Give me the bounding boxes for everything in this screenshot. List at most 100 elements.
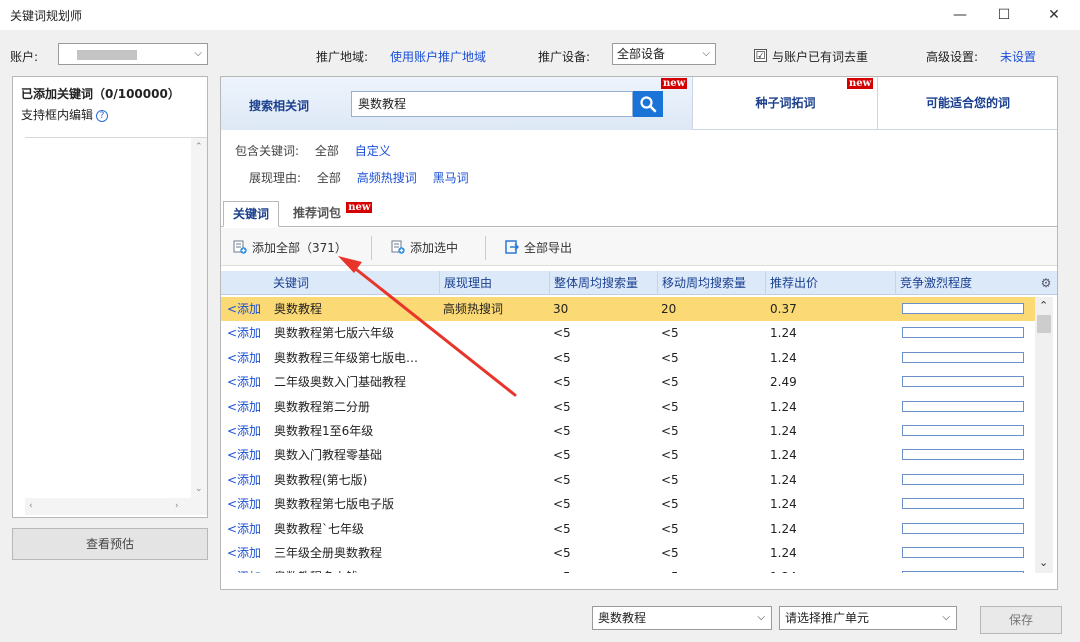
unit-select[interactable]: 请选择推广单元 ⌵	[779, 606, 957, 630]
advanced-label: 高级设置:	[926, 50, 979, 64]
added-keywords-editor[interactable]: ⌃ ⌄ ‹ ›	[25, 137, 207, 515]
table-vertical-scrollbar[interactable]: ⌃ ⌄	[1035, 297, 1053, 573]
title-bar: 关键词规划师 — ☐ ✕	[0, 0, 1080, 30]
add-keyword-link[interactable]: <添加	[227, 321, 261, 345]
reason-filter-all[interactable]: 全部	[317, 171, 341, 185]
column-header-keyword[interactable]: 关键词	[269, 271, 439, 295]
column-header-competition[interactable]: 竞争激烈程度	[895, 271, 1035, 295]
tab-search-related[interactable]: 搜索相关词 奥数教程 new	[221, 77, 693, 130]
add-selected-icon	[391, 240, 405, 254]
scrollbar-thumb[interactable]	[1037, 315, 1051, 333]
add-selected-button[interactable]: 添加选中	[391, 239, 458, 256]
plan-select[interactable]: 奥数教程 ⌵	[592, 606, 772, 630]
result-subtabs: 关键词 推荐词包 new	[221, 201, 1057, 227]
plan-select-value: 奥数教程	[598, 611, 647, 625]
add-all-button[interactable]: 添加全部（371）	[233, 239, 347, 256]
overall-volume-cell: <5	[553, 399, 571, 414]
tab-seed-expansion-label: 种子词拓词	[755, 96, 816, 110]
table-row[interactable]: <添加 奥数教程(第七版) <5 <5 1.24	[221, 468, 1035, 492]
tab-suitable-words[interactable]: 可能适合您的词	[879, 77, 1057, 130]
reason-filter-hot[interactable]: 高频热搜词	[357, 171, 417, 185]
scroll-up-icon[interactable]: ⌃	[195, 142, 203, 152]
export-all-button[interactable]: 全部导出	[505, 239, 572, 256]
left-horizontal-scrollbar[interactable]: ‹ ›	[25, 498, 207, 515]
table-row[interactable]: <添加 奥数教程`七年级 <5 <5 1.24	[221, 517, 1035, 541]
competition-bar	[902, 376, 1024, 388]
mobile-volume-cell: <5	[661, 448, 679, 463]
search-input[interactable]: 奥数教程	[351, 91, 633, 117]
table-row[interactable]: <添加 奥数教程 高频热搜词 30 20 0.37	[221, 297, 1035, 321]
maximize-button[interactable]: ☐	[984, 2, 1024, 28]
add-keyword-link[interactable]: <添加	[227, 370, 261, 394]
account-select[interactable]: ⌵	[58, 43, 208, 65]
keyword-cell: 奥数教程第七版六年级	[274, 326, 395, 341]
preview-button[interactable]: 查看预估	[12, 528, 208, 560]
subtab-keywords[interactable]: 关键词	[223, 201, 279, 227]
column-header-suggested-bid[interactable]: 推荐出价	[765, 271, 895, 295]
subtab-recommended-packs[interactable]: 推荐词包 new	[293, 201, 373, 227]
table-row[interactable]: <添加 奥数教程第七版六年级 <5 <5 1.24	[221, 321, 1035, 345]
add-keyword-link[interactable]: <添加	[227, 297, 261, 321]
table-row[interactable]: <添加 奥数教程1至6年级 <5 <5 1.24	[221, 419, 1035, 443]
table-row[interactable]: <添加 三年级全册奥数教程 <5 <5 1.24	[221, 541, 1035, 565]
chevron-down-icon: ⌵	[942, 612, 950, 623]
gear-icon[interactable]: ⚙	[1036, 271, 1056, 295]
overall-volume-cell: 30	[553, 302, 569, 316]
help-icon[interactable]: ?	[96, 109, 109, 122]
close-button[interactable]: ✕	[1034, 2, 1074, 28]
add-keyword-link[interactable]: <添加	[227, 443, 261, 467]
include-filter-custom[interactable]: 自定义	[355, 144, 391, 158]
table-row[interactable]: <添加 奥数教程多少钱 <5 <5 1.24	[221, 565, 1035, 573]
suggested-bid-cell: 0.37	[770, 302, 797, 316]
scroll-up-icon[interactable]: ⌃	[1039, 299, 1048, 312]
minimize-button[interactable]: —	[940, 2, 980, 28]
added-keywords-title: 已添加关键词（0/100000）	[21, 87, 180, 101]
device-select[interactable]: 全部设备 ⌵	[612, 43, 716, 65]
reason-filter-dark-horse[interactable]: 黑马词	[433, 171, 469, 185]
add-keyword-link[interactable]: <添加	[227, 492, 261, 516]
add-keyword-link[interactable]: <添加	[227, 419, 261, 443]
competition-bar	[902, 498, 1024, 510]
add-keyword-link[interactable]: <添加	[227, 468, 261, 492]
table-row[interactable]: <添加 奥数入门教程零基础 <5 <5 1.24	[221, 443, 1035, 467]
add-keyword-link[interactable]: <添加	[227, 541, 261, 565]
chevron-down-icon: ⌵	[702, 48, 710, 59]
table-row[interactable]: <添加 奥数教程第二分册 <5 <5 1.24	[221, 395, 1035, 419]
search-button[interactable]	[633, 91, 663, 117]
column-header-mobile-volume[interactable]: 移动周均搜索量	[657, 271, 765, 295]
overall-volume-cell: <5	[553, 546, 571, 560]
scroll-down-icon[interactable]: ⌄	[1039, 556, 1048, 569]
new-badge: new	[847, 78, 874, 89]
dedupe-checkbox[interactable]: ☑	[754, 49, 767, 62]
suggested-bid-cell: 2.49	[770, 375, 797, 390]
table-row[interactable]: <添加 奥数教程三年级第七版电… <5 <5 1.24	[221, 346, 1035, 370]
add-keyword-link[interactable]: <添加	[227, 565, 261, 573]
table-row[interactable]: <添加 奥数教程第七版电子版 <5 <5 1.24	[221, 492, 1035, 516]
mobile-volume-cell: 20	[661, 302, 677, 316]
mobile-volume-cell: <5	[661, 375, 679, 390]
scroll-down-icon[interactable]: ⌄	[195, 484, 203, 494]
add-keyword-link[interactable]: <添加	[227, 517, 261, 541]
column-header-reason[interactable]: 展现理由	[439, 271, 549, 295]
table-row[interactable]: <添加 二年级奥数入门基础教程 <5 <5 2.49	[221, 370, 1035, 394]
save-button[interactable]: 保存	[980, 606, 1062, 634]
overall-volume-cell: <5	[553, 472, 571, 487]
add-keyword-link[interactable]: <添加	[227, 395, 261, 419]
add-keyword-link[interactable]: <添加	[227, 346, 261, 370]
export-all-label: 全部导出	[524, 241, 573, 255]
overall-volume-cell: <5	[553, 521, 571, 536]
table-header: 关键词 展现理由 整体周均搜索量 移动周均搜索量 推荐出价 竞争激烈程度 ⚙	[221, 271, 1057, 295]
region-link[interactable]: 使用账户推广地域	[390, 48, 486, 65]
scroll-left-icon[interactable]: ‹	[29, 501, 33, 511]
include-filter-all[interactable]: 全部	[315, 144, 339, 158]
suggested-bid-cell: 1.24	[770, 497, 797, 512]
chevron-down-icon: ⌵	[194, 48, 202, 59]
scroll-right-icon[interactable]: ›	[175, 501, 179, 511]
column-header-overall-volume[interactable]: 整体周均搜索量	[549, 271, 657, 295]
advanced-link[interactable]: 未设置	[1000, 48, 1036, 65]
mode-tabs: 搜索相关词 奥数教程 new 种子词拓词 new 可能适合您的词	[221, 77, 1057, 130]
keyword-table-body: <添加 奥数教程 高频热搜词 30 20 0.37 <添加 奥数教程第七版六年级 <5 <5 1.2…	[221, 297, 1035, 573]
region-label: 推广地域:	[316, 50, 369, 64]
left-vertical-scrollbar[interactable]: ⌃ ⌄	[191, 138, 207, 498]
search-icon	[640, 96, 657, 113]
